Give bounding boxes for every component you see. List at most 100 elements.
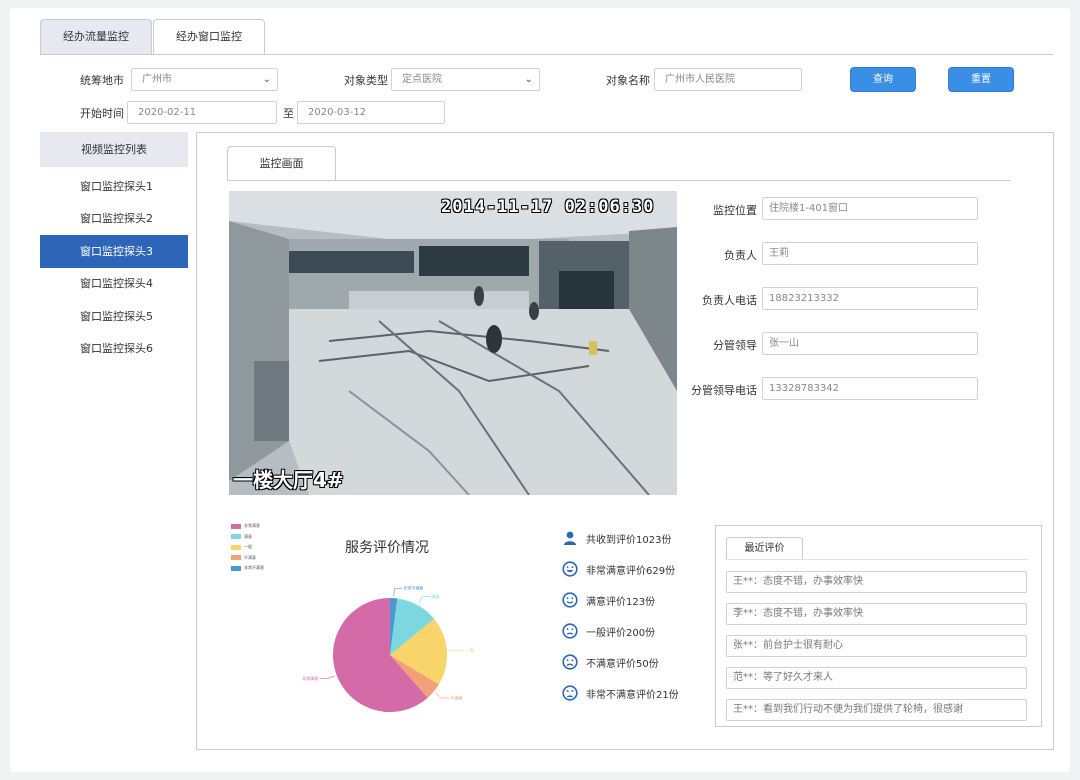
tab-monitor-view[interactable]: 监控画面: [227, 146, 336, 181]
pie-chart: 非常不满意满意一般不满意 非常满意: [302, 585, 474, 712]
name-label: 对象名称: [606, 74, 650, 87]
type-select[interactable]: 定点医院 ⌄: [391, 68, 540, 91]
video-caption: 一楼大厅4#: [233, 468, 344, 492]
stat-average: 一般评价200份: [562, 623, 655, 639]
pie-leader-line: [393, 587, 403, 597]
monitor-panel: 监控画面 2014-11-17 02:06:30 一楼大厅4# 监控位置 住院楼…: [196, 132, 1054, 750]
sub-tab-divider: [227, 180, 1010, 181]
stat-total: 共收到评价1023份: [562, 530, 671, 546]
legend-item[interactable]: 非常不满意: [231, 563, 264, 574]
top-tabs: 经办流量监控 经办窗口监控: [40, 19, 265, 54]
pie-leader-line: [418, 596, 431, 604]
legend-item[interactable]: 满意: [231, 532, 264, 543]
start-label: 开始时间: [80, 107, 124, 120]
legend-label: 满意: [244, 533, 252, 539]
review-item[interactable]: 范**：等了好久才来人: [726, 667, 1027, 689]
camera-item-selected[interactable]: 窗口监控探头3: [40, 235, 188, 268]
recent-reviews: 最近评价 王**：态度不错，办事效率快 李**：态度不错，办事效率快 张**：前…: [715, 525, 1042, 727]
stat-average-text: 一般评价200份: [586, 627, 656, 639]
camera-item[interactable]: 窗口监控探头1: [40, 170, 188, 203]
owner-label: 负责人: [724, 249, 757, 262]
leader-label: 分管领导: [713, 339, 757, 352]
city-label: 统筹地市: [80, 74, 124, 87]
location-field[interactable]: 住院楼1-401窗口: [762, 197, 978, 220]
pie-slice-label: 非常满意: [302, 675, 318, 681]
pie-slice-label: 非常不满意: [403, 585, 423, 591]
camera-item[interactable]: 窗口监控探头5: [40, 300, 188, 333]
owner-phone-field[interactable]: 18823213332: [762, 287, 978, 310]
query-button[interactable]: 查询: [850, 67, 916, 92]
city-select[interactable]: 广州市 ⌄: [131, 68, 278, 91]
camera-item[interactable]: 窗口监控探头2: [40, 202, 188, 235]
legend-swatch: [231, 565, 241, 571]
leader-phone-label: 分管领导电话: [691, 384, 757, 397]
legend-item[interactable]: 不满意: [231, 553, 264, 564]
review-item[interactable]: 李**：态度不错，办事效率快: [726, 603, 1027, 625]
stat-total-text: 共收到评价1023份: [586, 534, 672, 546]
end-date-input[interactable]: 2020-03-12: [297, 101, 445, 124]
location-label: 监控位置: [713, 204, 757, 217]
surveillance-image: [229, 191, 677, 495]
page: 经办流量监控 经办窗口监控 统筹地市 广州市 ⌄ 对象类型 定点医院 ⌄ 对象名…: [10, 8, 1070, 772]
legend-label: 非常不满意: [244, 565, 264, 571]
end-date-value: 2020-03-12: [308, 107, 367, 118]
stat-very-satisfied: 非常满意评价629份: [562, 561, 675, 577]
name-input[interactable]: 广州市人民医院: [654, 68, 802, 91]
legend-swatch: [231, 555, 241, 561]
tabs-divider: [40, 54, 1053, 55]
user-icon: [564, 531, 576, 545]
stat-satisfied: 满意评价123份: [562, 592, 655, 608]
legend-label: 一般: [244, 544, 252, 550]
type-label: 对象类型: [344, 74, 388, 87]
stat-very-unsatisfied: 非常不满意评价21份: [562, 685, 679, 701]
camera-item[interactable]: 窗口监控探头4: [40, 267, 188, 300]
stat-unsatisfied-text: 不满意评价50份: [586, 658, 659, 670]
stat-unsatisfied: 不满意评价50份: [562, 654, 659, 670]
video-feed[interactable]: 2014-11-17 02:06:30 一楼大厅4#: [229, 191, 677, 495]
review-item[interactable]: 王**：看到我们行动不便为我们提供了轮椅，很感谢: [726, 699, 1027, 721]
review-item[interactable]: 张**：前台护士很有耐心: [726, 635, 1027, 657]
review-item[interactable]: 王**：态度不错，办事效率快: [726, 571, 1027, 593]
legend-swatch: [231, 534, 241, 540]
legend-label: 不满意: [244, 554, 256, 560]
pie-leader-line: [435, 692, 450, 699]
start-date-value: 2020-02-11: [138, 107, 197, 118]
tab-window-monitor[interactable]: 经办窗口监控: [153, 19, 265, 54]
stat-satisfied-text: 满意评价123份: [586, 596, 656, 608]
pie-slice-label: 满意: [432, 593, 440, 599]
very-happy-face-icon: [562, 561, 578, 577]
start-date-input[interactable]: 2020-02-11: [127, 101, 277, 124]
owner-field[interactable]: 王莉: [762, 242, 978, 265]
very-sad-face-icon: [562, 685, 578, 701]
city-select-value: 广州市: [142, 74, 172, 85]
legend-item[interactable]: 一般: [231, 542, 264, 553]
pie-leader-line: [319, 675, 335, 679]
legend-swatch: [231, 523, 241, 529]
leader-phone-field[interactable]: 13328783342: [762, 377, 978, 400]
chevron-down-icon: ⌄: [524, 74, 533, 85]
reset-button[interactable]: 重置: [948, 67, 1014, 92]
chart-legend: 非常满意满意一般不满意非常不满意: [231, 521, 264, 574]
type-select-value: 定点医院: [402, 74, 442, 85]
recent-reviews-divider: [726, 559, 1028, 560]
legend-label: 非常满意: [244, 523, 260, 529]
neutral-face-icon: [562, 623, 578, 639]
pie-slice-label: 一般: [466, 647, 474, 653]
owner-phone-label: 负责人电话: [702, 294, 757, 307]
camera-item[interactable]: 窗口监控探头6: [40, 332, 188, 365]
to-label: 至: [283, 107, 294, 120]
sad-face-icon: [562, 654, 578, 670]
video-list-title: 视频监控列表: [40, 132, 188, 167]
name-input-value: 广州市人民医院: [665, 74, 735, 85]
legend-item[interactable]: 非常满意: [231, 521, 264, 532]
recent-reviews-tab[interactable]: 最近评价: [726, 537, 803, 560]
chart-title: 服务评价情况: [345, 540, 429, 556]
pie-leader-line: [448, 649, 465, 652]
tab-flow-monitor[interactable]: 经办流量监控: [40, 19, 152, 54]
chevron-down-icon: ⌄: [262, 74, 271, 85]
smile-face-icon: [562, 592, 578, 608]
stat-very-unsatisfied-text: 非常不满意评价21份: [586, 689, 679, 701]
leader-field[interactable]: 张一山: [762, 332, 978, 355]
video-timestamp: 2014-11-17 02:06:30: [441, 197, 655, 217]
stat-very-satisfied-text: 非常满意评价629份: [586, 565, 676, 577]
